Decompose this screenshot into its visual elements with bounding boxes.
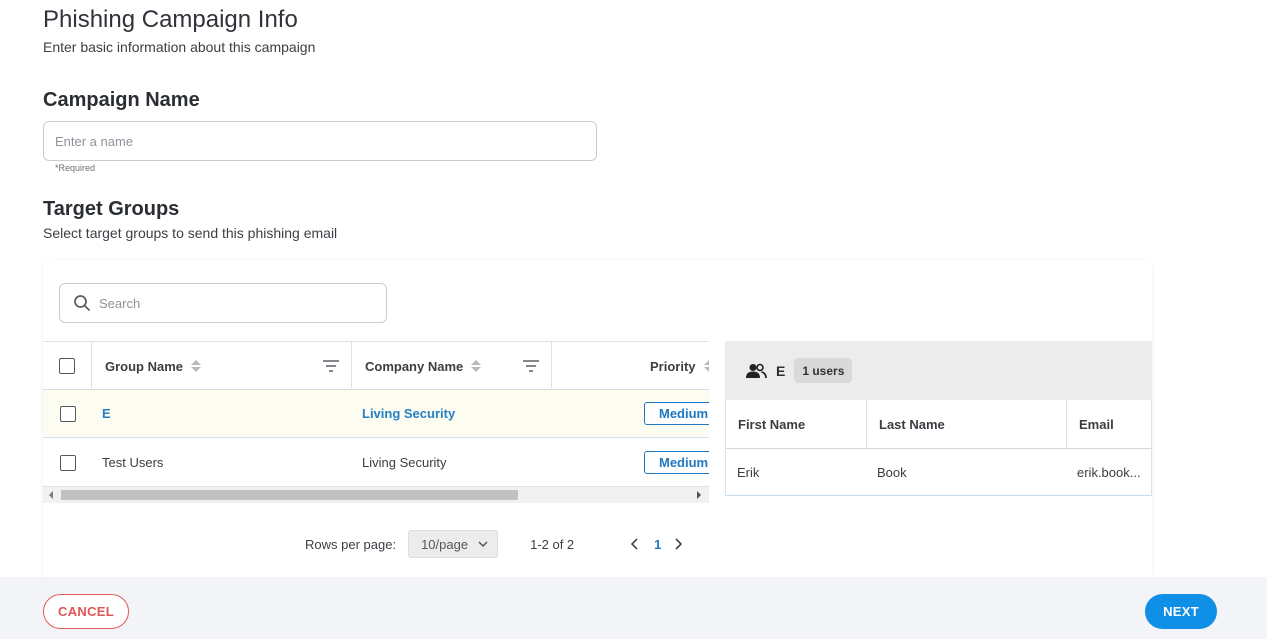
column-label: Priority bbox=[650, 358, 696, 374]
next-button[interactable]: NEXT bbox=[1145, 594, 1217, 629]
sort-icon[interactable] bbox=[703, 360, 709, 372]
cancel-button[interactable]: CANCEL bbox=[43, 594, 129, 629]
last-name: Book bbox=[877, 464, 907, 480]
priority-button[interactable]: Medium bbox=[644, 451, 709, 474]
search-box[interactable] bbox=[59, 283, 387, 323]
users-count-badge: 1 users bbox=[794, 358, 853, 383]
column-label: Company Name bbox=[365, 358, 464, 374]
email: erik.book... bbox=[1077, 464, 1141, 480]
group-detail-panel: E 1 users First Name Last Name Email Eri… bbox=[725, 341, 1152, 496]
search-icon bbox=[74, 295, 90, 311]
filter-icon[interactable] bbox=[523, 359, 539, 373]
group-name-link[interactable]: E bbox=[102, 406, 111, 421]
users-table-header: First Name Last Name Email bbox=[726, 400, 1152, 449]
priority-button[interactable]: Medium bbox=[644, 402, 709, 425]
column-header-first-name[interactable]: First Name bbox=[726, 400, 867, 448]
page-range: 1-2 of 2 bbox=[530, 536, 575, 552]
company-name-link[interactable]: Living Security bbox=[362, 406, 455, 421]
row-checkbox[interactable] bbox=[60, 455, 76, 471]
group-name: Test Users bbox=[102, 455, 164, 470]
scrollbar-thumb[interactable] bbox=[61, 490, 518, 500]
table-row: Erik Book erik.book... bbox=[726, 449, 1152, 495]
table-row[interactable]: Test Users Living Security Medium bbox=[43, 439, 709, 486]
horizontal-scrollbar[interactable] bbox=[43, 487, 709, 503]
current-page[interactable]: 1 bbox=[654, 537, 661, 552]
filter-icon[interactable] bbox=[323, 359, 339, 373]
scroll-right-icon[interactable] bbox=[697, 491, 701, 499]
rows-per-page-label: Rows per page: bbox=[305, 536, 397, 552]
campaign-name-input[interactable] bbox=[43, 121, 597, 161]
select-all-checkbox[interactable] bbox=[59, 358, 75, 374]
chevron-left-icon[interactable] bbox=[628, 537, 642, 551]
users-icon bbox=[746, 363, 767, 378]
search-input[interactable] bbox=[99, 295, 369, 311]
campaign-name-heading: Campaign Name bbox=[43, 89, 200, 111]
select-all-cell bbox=[43, 342, 92, 390]
group-detail-name: E bbox=[776, 362, 786, 379]
target-groups-heading: Target Groups bbox=[43, 198, 180, 220]
column-header-email[interactable]: Email bbox=[1067, 400, 1152, 448]
required-note: *Required bbox=[55, 163, 96, 173]
column-header-priority[interactable]: Priority bbox=[552, 342, 709, 390]
scroll-left-icon[interactable] bbox=[49, 491, 53, 499]
pagination: Rows per page: 10/page 1-2 of 2 1 bbox=[305, 530, 685, 558]
column-label: Group Name bbox=[105, 358, 184, 374]
groups-table-header: Group Name Company Name Priority bbox=[43, 341, 709, 390]
column-header-company-name[interactable]: Company Name bbox=[352, 342, 552, 390]
rows-per-page-select[interactable]: 10/page bbox=[408, 530, 499, 558]
row-checkbox[interactable] bbox=[60, 406, 76, 422]
sort-icon[interactable] bbox=[471, 360, 482, 372]
chevron-down-icon bbox=[478, 541, 488, 548]
sort-icon[interactable] bbox=[191, 360, 202, 372]
footer-bar: CANCEL NEXT bbox=[0, 577, 1267, 639]
target-groups-card: Group Name Company Name Priority E Livin… bbox=[43, 260, 1152, 580]
column-header-last-name[interactable]: Last Name bbox=[867, 400, 1067, 448]
page-title: Phishing Campaign Info bbox=[43, 6, 298, 33]
table-row[interactable]: E Living Security Medium bbox=[43, 390, 709, 438]
first-name: Erik bbox=[737, 464, 760, 480]
column-header-group-name[interactable]: Group Name bbox=[92, 342, 352, 390]
rows-per-page-value: 10/page bbox=[421, 536, 469, 552]
groups-table: Group Name Company Name Priority E Livin… bbox=[43, 341, 709, 487]
users-table: First Name Last Name Email Erik Book eri… bbox=[725, 400, 1152, 496]
target-groups-subtitle: Select target groups to send this phishi… bbox=[43, 225, 338, 241]
company-name: Living Security bbox=[362, 455, 447, 470]
group-detail-header: E 1 users bbox=[725, 341, 1152, 400]
chevron-right-icon[interactable] bbox=[671, 537, 685, 551]
page-subtitle: Enter basic information about this campa… bbox=[43, 39, 316, 55]
